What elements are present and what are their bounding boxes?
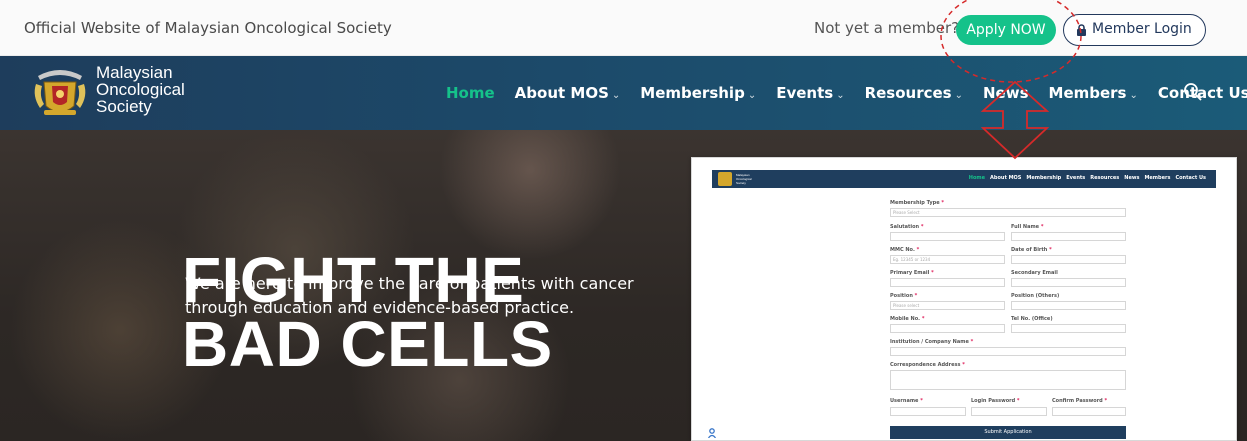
society-crest-logo[interactable] [30,62,90,122]
logo-line: Oncological [96,80,185,99]
nav-item-home[interactable]: Home [446,84,495,102]
mobile-no-field[interactable] [890,324,1005,333]
main-nav: Home About MOS ⌄ Membership ⌄ Events ⌄ Reso… [446,56,1247,130]
dob-field[interactable] [1011,255,1126,264]
salutation-label: Salutation * [890,224,924,230]
preview-nav-item: News [1124,175,1140,181]
nav-item-about[interactable]: About MOS ⌄ [515,84,621,102]
primary-email-label: Primary Email * [890,270,934,276]
salutation-select[interactable] [890,232,1005,241]
mmc-no-field[interactable]: Eg. 12345 or 1234 [890,255,1005,264]
chevron-down-icon: ⌄ [1129,90,1138,101]
lock-icon [1077,24,1086,36]
institution-field[interactable] [890,347,1126,356]
preview-nav-menu: Home About MOS Membership Events Resourc… [964,175,1206,181]
nav-item-events[interactable]: Events ⌄ [776,84,844,102]
correspondence-label: Correspondence Address * [890,362,965,368]
preview-nav-item: Membership [1026,175,1062,181]
user-icon [708,428,716,438]
institution-label: Institution / Company Name * [890,339,974,345]
nav-item-news[interactable]: News [983,84,1029,102]
hero-subtitle: We are here to improve the care of patie… [185,274,634,317]
preview-nav-item: Resources [1090,175,1120,181]
submit-application-button[interactable]: Submit Application [890,426,1126,439]
position-others-label: Position (Others) [1011,293,1060,299]
confirm-password-label: Confirm Password * [1052,398,1108,404]
site-tagline: Official Website of Malaysian Oncologica… [24,19,392,37]
confirm-password-field[interactable] [1052,407,1126,416]
position-others-field[interactable] [1011,301,1126,310]
position-label: Position * [890,293,918,299]
tel-office-label: Tel No. (Office) [1011,316,1053,322]
chevron-down-icon: ⌄ [836,90,845,101]
login-password-field[interactable] [971,407,1047,416]
nav-item-resources[interactable]: Resources ⌄ [865,84,963,102]
preview-nav-item: Members [1144,175,1171,181]
dob-label: Date of Birth * [1011,247,1052,253]
secondary-email-label: Secondary Email [1011,270,1058,276]
full-name-field[interactable] [1011,232,1126,241]
member-login-label: Member Login [1092,21,1192,37]
chevron-down-icon: ⌄ [954,90,963,101]
position-select[interactable]: Please select [890,301,1005,310]
membership-type-label: Membership Type * [890,200,945,206]
username-field[interactable] [890,407,966,416]
mmc-no-label: MMC No. * [890,247,920,253]
secondary-email-field[interactable] [1011,278,1126,287]
preview-nav-item: Contact Us [1175,175,1206,181]
apply-now-button[interactable]: Apply NOW [956,15,1056,45]
top-bar: Official Website of Malaysian Oncologica… [0,0,1247,56]
preview-nav-item: Events [1066,175,1086,181]
logo-line: Malaysian [96,63,173,82]
full-name-label: Full Name * [1011,224,1044,230]
correspondence-address-field[interactable] [890,370,1126,390]
logo-text[interactable]: Malaysian Oncological Society [96,64,185,115]
nav-item-members[interactable]: Members ⌄ [1049,84,1138,102]
preview-logo-text: Malaysian Oncological Society [736,173,752,185]
preview-logo [718,172,732,186]
hero-title-line: BAD CELLS [182,308,553,380]
mobile-no-label: Mobile No. * [890,316,925,322]
membership-form-preview: Malaysian Oncological Society Home About M… [691,157,1237,441]
member-login-button[interactable]: Member Login [1063,14,1206,46]
logo-line: Society [96,97,152,116]
chevron-down-icon: ⌄ [611,90,621,101]
tel-office-field[interactable] [1011,324,1126,333]
username-label: Username * [890,398,923,404]
membership-type-select[interactable]: Please Select [890,208,1126,217]
preview-nav-bar: Malaysian Oncological Society Home About M… [712,170,1216,188]
not-member-text: Not yet a member? [814,19,960,37]
preview-nav-item: About MOS [990,175,1022,181]
nav-item-membership[interactable]: Membership ⌄ [640,84,756,102]
main-header: Malaysian Oncological Society Home About… [0,56,1247,130]
primary-email-field[interactable] [890,278,1005,287]
search-icon[interactable] [1183,82,1203,102]
login-password-label: Login Password * [971,398,1020,404]
chevron-down-icon: ⌄ [747,90,757,101]
preview-nav-item: Home [968,175,985,181]
